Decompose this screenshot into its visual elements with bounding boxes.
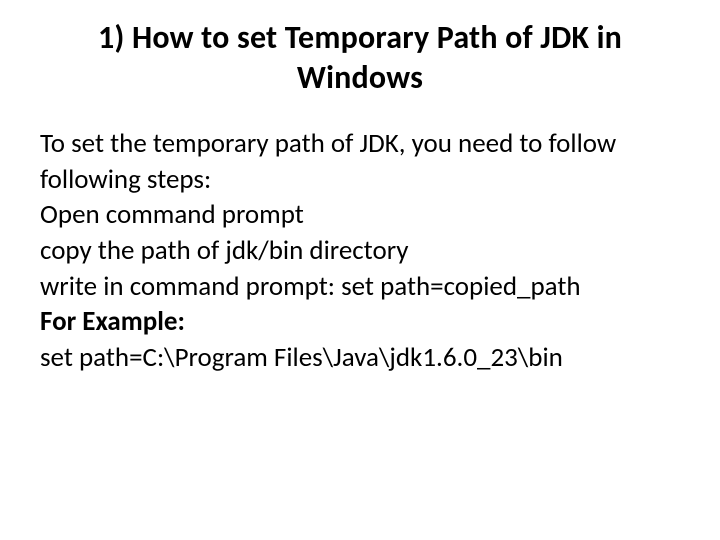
- step-3: write in command prompt: set path=copied…: [40, 269, 680, 305]
- step-1: Open command prompt: [40, 197, 680, 233]
- step-2: copy the path of jdk/bin directory: [40, 233, 680, 269]
- slide-title: 1) How to set Temporary Path of JDK in W…: [40, 18, 680, 98]
- intro-text: To set the temporary path of JDK, you ne…: [40, 126, 680, 197]
- example-command: set path=C:\Program Files\Java\jdk1.6.0_…: [40, 340, 680, 376]
- slide-body: To set the temporary path of JDK, you ne…: [40, 126, 680, 375]
- example-label: For Example:: [40, 304, 680, 340]
